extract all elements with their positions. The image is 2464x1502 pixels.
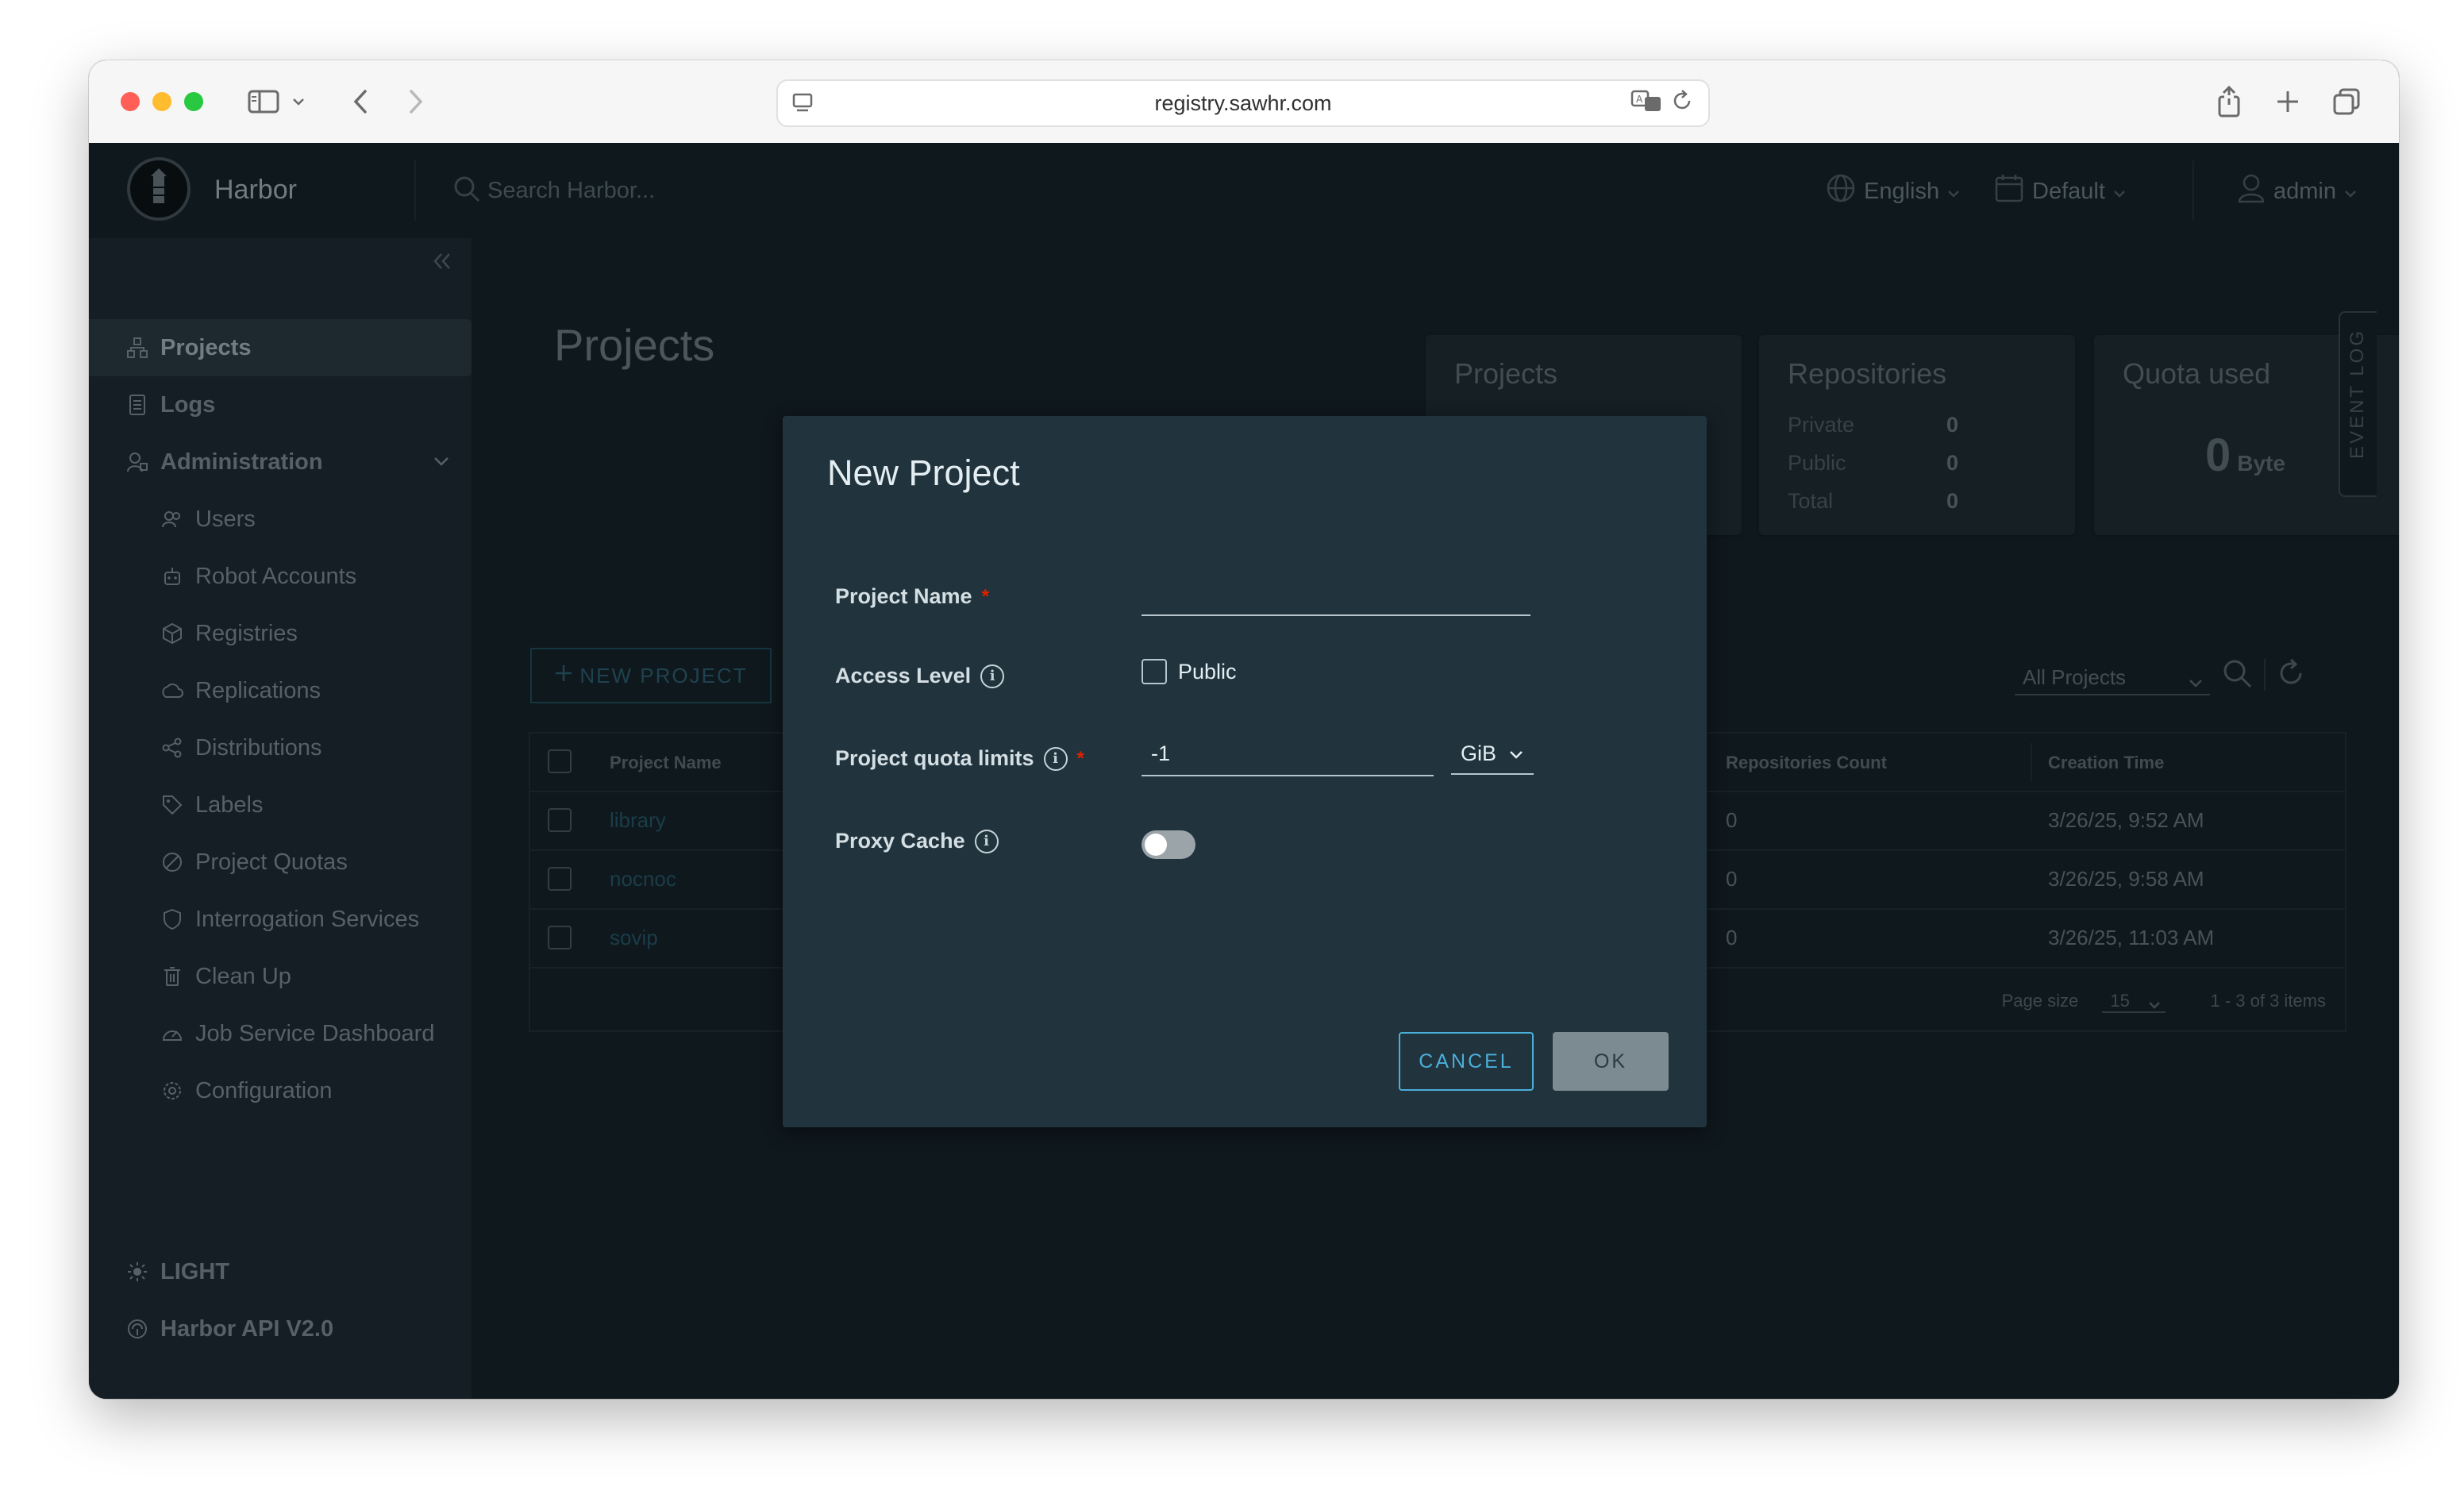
proxy-cache-toggle[interactable] (1142, 830, 1195, 859)
project-name-input[interactable] (1142, 573, 1530, 616)
field-label-text: Proxy Cache (835, 829, 965, 853)
field-label-text: Project Name (835, 584, 972, 608)
zoom-window-button[interactable] (184, 92, 203, 111)
info-icon[interactable]: i (974, 829, 999, 853)
share-icon[interactable] (2210, 83, 2248, 121)
cancel-button[interactable]: CANCEL (1399, 1032, 1534, 1091)
translate-icon[interactable]: A (1630, 89, 1662, 118)
site-settings-icon[interactable] (791, 91, 814, 120)
field-label-text: Access Level (835, 664, 972, 687)
access-level-label: Access Level i (835, 664, 1005, 688)
browser-titlebar: registry.sawhr.com A (89, 60, 2399, 144)
svg-text:A: A (1636, 94, 1643, 105)
field-label-text: Project quota limits (835, 746, 1034, 770)
ok-button[interactable]: OK (1553, 1032, 1669, 1091)
quota-limit-value: -1 (1151, 741, 1171, 765)
address-bar[interactable]: registry.sawhr.com A (776, 79, 1710, 127)
required-asterisk: * (981, 585, 989, 607)
new-tab-icon[interactable] (2269, 83, 2307, 121)
public-checkbox-label[interactable]: Public (1178, 660, 1237, 684)
required-asterisk: * (1076, 747, 1084, 769)
toggle-knob (1145, 834, 1167, 856)
public-checkbox-group[interactable]: Public (1142, 659, 1237, 684)
chevron-down-icon[interactable] (289, 83, 308, 121)
tab-overview-icon[interactable] (2327, 83, 2366, 121)
info-icon[interactable]: i (980, 664, 1005, 688)
public-checkbox[interactable] (1142, 659, 1167, 684)
back-arrow-icon[interactable] (346, 83, 375, 121)
proxy-cache-label: Proxy Cache i (835, 829, 999, 853)
forward-arrow-icon[interactable] (402, 83, 430, 121)
project-name-label: Project Name * (835, 584, 989, 609)
new-project-dialog: New Project Project Name * Access Level … (783, 416, 1707, 1127)
quota-limit-input[interactable]: -1 (1142, 735, 1434, 776)
chevron-down-icon (1510, 751, 1523, 759)
quota-unit-select[interactable]: GiB (1451, 735, 1534, 775)
quota-limits-label: Project quota limits i * (835, 746, 1084, 771)
url-text: registry.sawhr.com (1154, 91, 1332, 115)
sidebar-toggle-icon[interactable] (244, 83, 283, 121)
info-icon[interactable]: i (1043, 746, 1068, 771)
reload-icon[interactable] (1672, 89, 1694, 118)
browser-window: registry.sawhr.com A Harbor Search Harbo… (89, 60, 2399, 1399)
close-window-button[interactable] (121, 92, 140, 111)
dialog-title: New Project (827, 453, 1020, 493)
minimize-window-button[interactable] (152, 92, 171, 111)
quota-unit-value: GiB (1461, 741, 1497, 765)
